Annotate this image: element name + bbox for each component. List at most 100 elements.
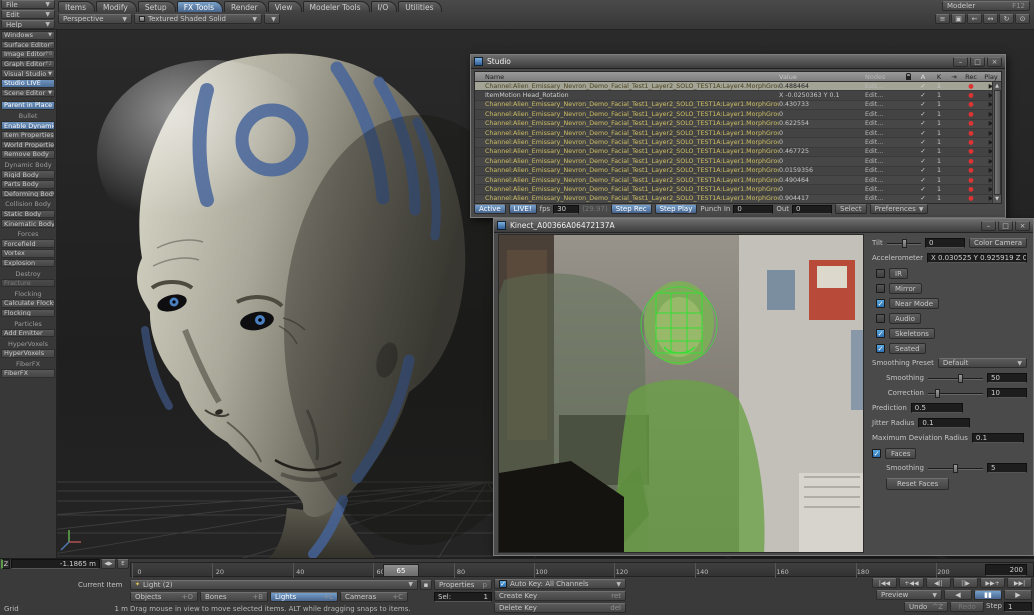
faces-checkbox[interactable]: ✓ xyxy=(872,449,881,458)
sidebar-item[interactable]: Bullet ▼ xyxy=(1,112,55,121)
preview-dropdown[interactable]: Preview ▼ xyxy=(876,590,942,600)
edit-nodes-button[interactable]: Edit... xyxy=(865,195,901,202)
shading-options-dropdown[interactable]: ▼ xyxy=(264,14,280,24)
sidebar-item[interactable]: Explosion ▼ xyxy=(1,259,55,268)
sidebar-item[interactable]: Particles ▼ xyxy=(1,319,55,328)
channel-row[interactable]: Channel:Alien_Emissary_Nevron_Demo_Facia… xyxy=(475,101,1001,110)
edit-nodes-button[interactable]: Edit... xyxy=(865,139,901,146)
channel-row[interactable]: Channel:Alien_Emissary_Nevron_Demo_Facia… xyxy=(475,138,1001,147)
studio-titlebar[interactable]: Studio – □ × xyxy=(471,55,1005,69)
menu-button[interactable]: Edit ▼ xyxy=(1,10,55,19)
record-icon[interactable]: ● xyxy=(961,111,981,118)
viewport-tool-icon[interactable]: ↻ xyxy=(999,14,1014,24)
channel-row[interactable]: Channel:Alien_Emissary_Nevron_Demo_Facia… xyxy=(475,82,1001,91)
step-play-button[interactable]: Step Play xyxy=(655,204,698,214)
record-icon[interactable]: ● xyxy=(961,148,981,155)
checkbox-label[interactable]: Near Mode xyxy=(889,298,939,309)
item-type-button[interactable]: Objects +O xyxy=(130,592,198,602)
sidebar-item[interactable]: Vortex ▼ xyxy=(1,249,55,258)
delete-key-button[interactable]: Delete Key del xyxy=(494,603,626,613)
active-check-icon[interactable]: ✓ xyxy=(915,101,931,108)
main-tab[interactable]: View xyxy=(268,1,302,12)
channel-row[interactable]: Channel:Alien_Emissary_Nevron_Demo_Facia… xyxy=(475,148,1001,157)
record-icon[interactable]: ● xyxy=(961,130,981,137)
sidebar-item[interactable]: Dynamic Body ▼ xyxy=(1,161,55,170)
record-icon[interactable]: ● xyxy=(961,195,981,202)
redo-button[interactable]: Redo xyxy=(950,602,984,612)
channel-row[interactable]: ItemMotion Head_Rotation X -0.0250363 Y … xyxy=(475,91,1001,100)
select-button[interactable]: Select xyxy=(835,204,867,214)
checkbox[interactable]: ✓ xyxy=(876,329,885,338)
active-check-icon[interactable]: ✓ xyxy=(915,158,931,165)
record-icon[interactable]: ● xyxy=(961,120,981,127)
shading-mode-dropdown[interactable]: Textured Shaded Solid ▼ xyxy=(134,14,262,24)
sidebar-item[interactable]: Rigid Body ▼ xyxy=(1,170,55,179)
minimize-icon[interactable]: – xyxy=(981,221,996,231)
checkbox[interactable]: ✓ xyxy=(876,299,885,308)
play-forward-button[interactable]: ▶ xyxy=(1004,590,1032,600)
sidebar-item[interactable]: ▼ xyxy=(1,98,55,100)
active-check-icon[interactable]: ✓ xyxy=(915,148,931,155)
active-check-icon[interactable]: ✓ xyxy=(915,139,931,146)
slider-handle[interactable] xyxy=(953,464,958,473)
envelope-button[interactable]: E xyxy=(117,559,129,569)
main-tab[interactable]: Items xyxy=(58,1,95,12)
main-tab[interactable]: Utilities xyxy=(398,1,442,12)
channel-row[interactable]: Channel:Alien_Emissary_Nevron_Demo_Facia… xyxy=(475,167,1001,176)
main-tab[interactable]: Render xyxy=(224,1,267,12)
channel-row[interactable]: Channel:Alien_Emissary_Nevron_Demo_Facia… xyxy=(475,157,1001,166)
sidebar-item[interactable]: Static Body ▼ xyxy=(1,210,55,219)
edit-nodes-button[interactable]: Edit... xyxy=(865,120,901,127)
faces-smoothing-field[interactable]: 5 xyxy=(987,463,1027,473)
sidebar-item[interactable]: Parent in Place ▼ xyxy=(1,101,55,110)
item-type-button[interactable]: Lights +L xyxy=(270,592,338,602)
tilt-slider[interactable] xyxy=(887,239,921,248)
table-scrollbar[interactable]: ▲ ▼ xyxy=(992,82,1001,203)
checkbox-label[interactable]: Audio xyxy=(889,313,921,324)
transport-button[interactable]: ▶▶+ xyxy=(980,578,1005,588)
edit-nodes-button[interactable]: Edit... xyxy=(865,177,901,184)
sidebar-item[interactable]: World Properties ▼ xyxy=(1,141,55,150)
scroll-up-icon[interactable]: ▲ xyxy=(995,83,999,89)
setting-field[interactable]: 0.1 xyxy=(972,433,1024,443)
active-button[interactable]: Active xyxy=(474,204,506,214)
sidebar-item[interactable]: Add Emitter ▼ xyxy=(1,329,55,338)
checkbox[interactable] xyxy=(876,314,885,323)
record-icon[interactable]: ● xyxy=(961,101,981,108)
main-tab[interactable]: FX Tools xyxy=(177,1,223,12)
color-camera-button[interactable]: Color Camera xyxy=(969,238,1027,248)
slider-value-field[interactable]: 50 xyxy=(987,373,1027,383)
sidebar-item[interactable]: Flocking ▼ xyxy=(1,309,55,318)
main-tab[interactable]: Setup xyxy=(138,1,176,12)
axis-stepper[interactable]: ◀▶ xyxy=(101,559,116,569)
setting-slider[interactable] xyxy=(928,374,983,383)
undo-button[interactable]: Undo ^Z xyxy=(904,602,948,612)
sidebar-item[interactable]: Graph Editor F2 ▼ xyxy=(1,60,55,69)
active-check-icon[interactable]: ✓ xyxy=(915,177,931,184)
sidebar-item[interactable]: HyperVoxels ▼ xyxy=(1,339,55,348)
sidebar-item[interactable]: HyperVoxels ▼ xyxy=(1,349,55,358)
sidebar-item[interactable]: Fracture ▼ xyxy=(1,279,55,288)
channel-row[interactable]: Channel:Alien_Emissary_Nevron_Demo_Facia… xyxy=(475,185,1001,194)
sidebar-item[interactable]: Image Editor F6 ▼ xyxy=(1,50,55,59)
edit-nodes-button[interactable]: Edit... xyxy=(865,83,901,90)
current-item-dropdown[interactable]: ✦ Light (2) ▼ xyxy=(130,580,418,590)
viewport-tool-icon[interactable]: ▣ xyxy=(951,14,966,24)
active-check-icon[interactable]: ✓ xyxy=(915,83,931,90)
record-icon[interactable]: ● xyxy=(961,83,981,90)
properties-button[interactable]: Properties p xyxy=(434,580,492,590)
kinect-titlebar[interactable]: Kinect_A00366A06472137A – □ × xyxy=(494,219,1033,233)
sidebar-item[interactable]: Windows ▼ xyxy=(1,31,55,40)
edit-nodes-button[interactable]: Edit... xyxy=(865,111,901,118)
step-rec-button[interactable]: Step Rec xyxy=(611,204,652,214)
smoothing-preset-dropdown[interactable]: Default ▼ xyxy=(938,358,1027,368)
checkbox-label[interactable]: IR xyxy=(889,268,908,279)
edit-nodes-button[interactable]: Edit... xyxy=(865,167,901,174)
create-key-button[interactable]: Create Key ret xyxy=(494,591,626,601)
active-check-icon[interactable]: ✓ xyxy=(915,120,931,127)
sidebar-item[interactable]: Flocking ▼ xyxy=(1,289,55,298)
minimize-icon[interactable]: – xyxy=(953,57,968,67)
menu-button[interactable]: Help ▼ xyxy=(1,20,55,29)
close-icon[interactable]: × xyxy=(1015,221,1030,231)
slider-handle[interactable] xyxy=(902,239,907,248)
